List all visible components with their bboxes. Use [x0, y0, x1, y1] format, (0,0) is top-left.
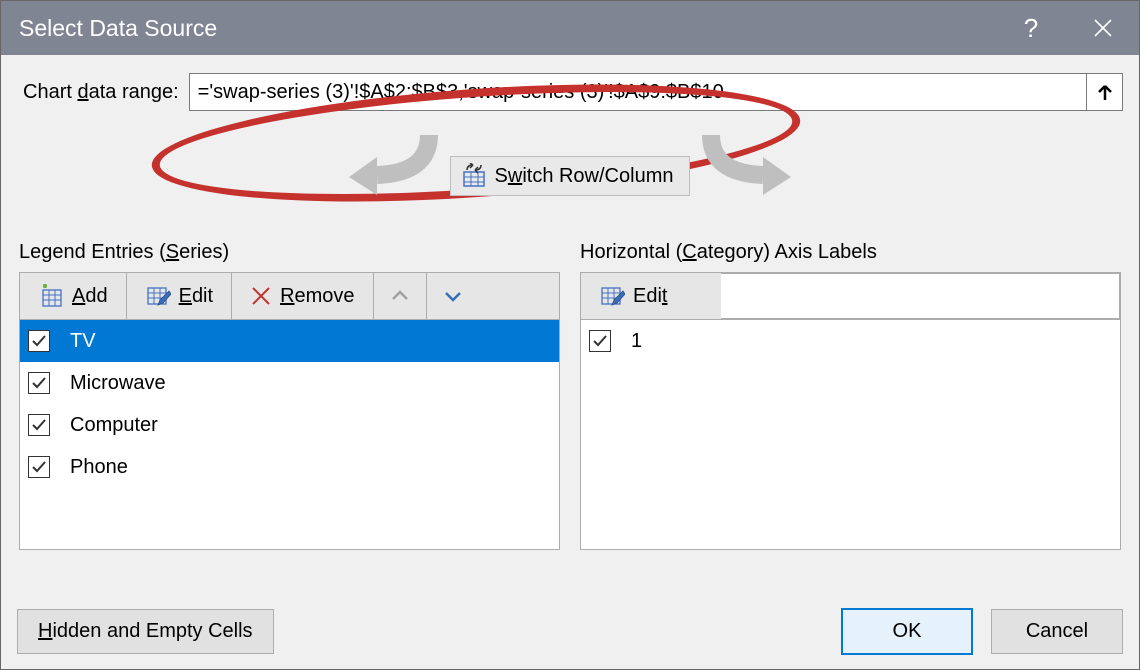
chart-data-range-input[interactable]	[190, 77, 1086, 108]
checkbox[interactable]	[28, 456, 50, 478]
series-toolbar: Add Edit	[19, 272, 560, 320]
hidden-empty-cells-button[interactable]: Hidden and Empty Cells	[17, 609, 274, 654]
remove-series-button[interactable]: Remove	[232, 273, 373, 319]
right-curve-arrow-icon	[691, 125, 811, 205]
checkbox[interactable]	[28, 414, 50, 436]
help-button[interactable]: ?	[995, 1, 1067, 55]
series-listbox[interactable]: TV Microwave Computer Phone	[19, 320, 560, 550]
switch-button-label: Switch Row/Column	[495, 165, 674, 188]
add-icon	[38, 283, 64, 309]
close-button[interactable]	[1067, 1, 1139, 55]
series-item-label: Microwave	[70, 372, 166, 395]
category-axis-panel: Horizontal (Category) Axis Labels Edit	[580, 241, 1121, 550]
category-item-label: 1	[631, 330, 642, 353]
edit-category-button[interactable]: Edit	[581, 273, 721, 319]
chart-data-range-label: Chart data range:	[23, 81, 179, 104]
edit-icon	[145, 283, 171, 309]
switch-row-column-button[interactable]: Switch Row/Column	[450, 156, 691, 196]
add-series-button[interactable]: Add	[20, 273, 127, 319]
ok-button[interactable]: OK	[841, 608, 973, 655]
title-bar: Select Data Source ?	[1, 1, 1139, 55]
series-item-label: Phone	[70, 456, 128, 479]
chevron-up-icon	[390, 286, 410, 306]
move-series-up-button[interactable]	[374, 273, 427, 319]
series-item-label: Computer	[70, 414, 158, 437]
checkbox[interactable]	[28, 372, 50, 394]
category-axis-heading: Horizontal (Category) Axis Labels	[580, 241, 1121, 264]
cancel-button[interactable]: Cancel	[991, 609, 1123, 654]
series-item[interactable]: TV	[20, 320, 559, 362]
window-title: Select Data Source	[19, 15, 995, 42]
switch-icon	[461, 163, 487, 189]
series-item[interactable]: Microwave	[20, 362, 559, 404]
category-toolbar: Edit	[580, 272, 1121, 320]
checkbox[interactable]	[589, 330, 611, 352]
series-item[interactable]: Phone	[20, 446, 559, 488]
legend-entries-panel: Legend Entries (Series) Add	[19, 241, 560, 550]
category-item[interactable]: 1	[581, 320, 1120, 362]
edit-series-button[interactable]: Edit	[127, 273, 232, 319]
chart-data-range-row: Chart data range:	[17, 73, 1123, 111]
range-collapse-button[interactable]	[1086, 74, 1122, 110]
left-curve-arrow-icon	[329, 125, 449, 205]
series-item-label: TV	[70, 330, 96, 353]
remove-icon	[250, 285, 272, 307]
chevron-down-icon	[443, 286, 463, 306]
arrow-up-icon	[1094, 81, 1116, 103]
checkbox[interactable]	[28, 330, 50, 352]
category-listbox[interactable]: 1	[580, 320, 1121, 550]
legend-entries-heading: Legend Entries (Series)	[19, 241, 560, 264]
series-item[interactable]: Computer	[20, 404, 559, 446]
edit-icon	[599, 283, 625, 309]
move-series-down-button[interactable]	[427, 273, 479, 319]
